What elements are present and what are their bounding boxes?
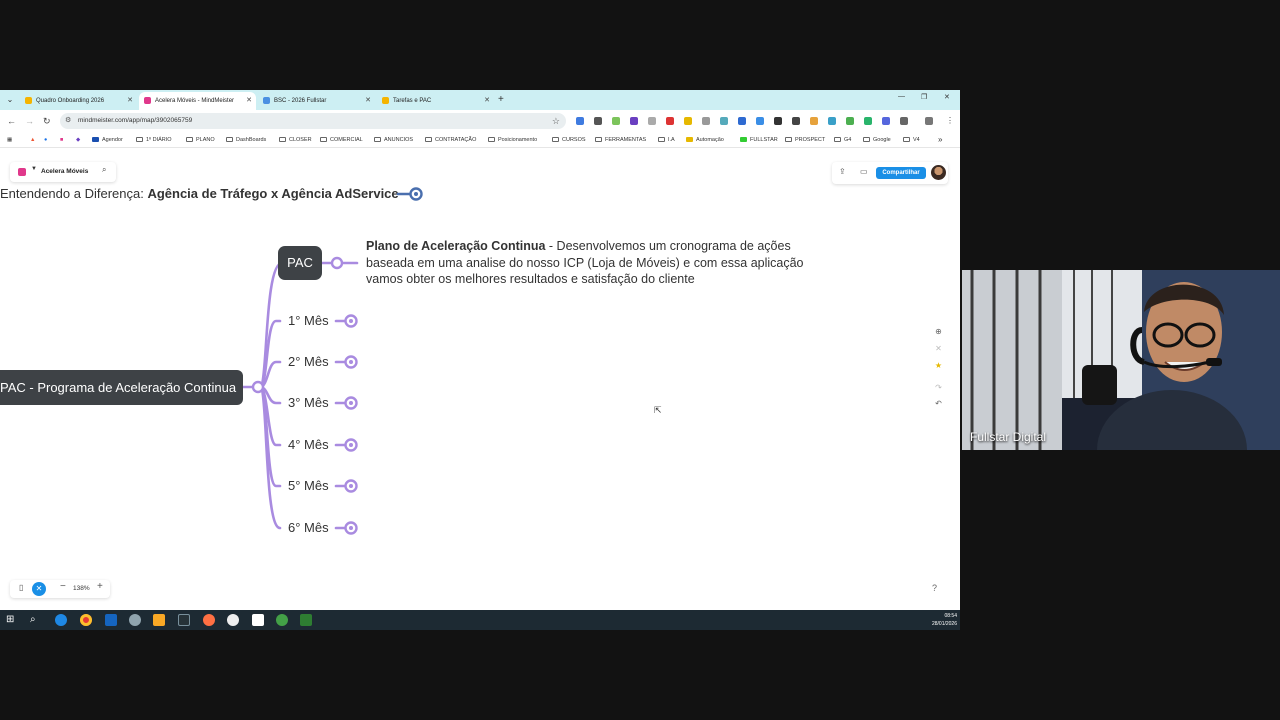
side-toolbar: ⊕ ✕ ★ ↷ ↶: [929, 325, 948, 417]
windows-start-icon[interactable]: ⊞: [6, 614, 18, 626]
root-collapse-knob: [251, 380, 265, 394]
pac-node[interactable]: PAC: [278, 246, 322, 280]
month-node-3[interactable]: 3° Mês: [288, 395, 329, 410]
excel-icon[interactable]: [300, 614, 312, 626]
zoom-control: ▯ ✕ − 138% +: [10, 580, 110, 598]
webcam-image: [962, 270, 1280, 450]
system-clock[interactable]: 08:54 28/01/2026: [932, 612, 957, 628]
mindmap-view-icon[interactable]: ✕: [32, 582, 46, 596]
undo-icon[interactable]: ↶: [929, 399, 948, 408]
clock-date: 28/01/2026: [931, 621, 957, 627]
mindmap-connectors: [241, 187, 423, 535]
month-node-6[interactable]: 6° Mês: [288, 520, 329, 535]
month-node-1[interactable]: 1° Mês: [288, 313, 329, 328]
firefox-icon[interactable]: [203, 614, 215, 626]
style-icon[interactable]: ★: [929, 361, 948, 370]
notion-icon[interactable]: [252, 614, 264, 626]
zoom-level: 138%: [73, 585, 90, 592]
month-node-5[interactable]: 5° Mês: [288, 478, 329, 493]
note-title: Plano de Aceleração Continua: [366, 239, 546, 253]
participant-name: Fullstar Digital: [970, 430, 1047, 444]
zoom-in-button[interactable]: +: [97, 581, 103, 592]
app-icon[interactable]: [178, 614, 190, 626]
outlook-icon[interactable]: [105, 614, 117, 626]
chrome-icon[interactable]: [80, 614, 92, 626]
app-icon[interactable]: [129, 614, 141, 626]
help-icon[interactable]: ?: [932, 583, 937, 593]
month-node-2[interactable]: 2° Mês: [288, 354, 329, 369]
windows-taskbar: ⊞ ⌕ 08:54 28/01/2026: [0, 610, 960, 630]
connect-icon[interactable]: ✕: [929, 344, 948, 353]
screen-share: ⌄ Quadro Onboarding 2026 ✕ Acelera Móvei…: [0, 90, 960, 630]
page-icon[interactable]: ▯: [19, 583, 23, 592]
root-node[interactable]: PAC - Programa de Aceleração Continua: [0, 370, 243, 405]
file-explorer-icon[interactable]: [153, 614, 165, 626]
search-icon[interactable]: ⌕: [30, 614, 42, 626]
mouse-cursor-icon: ⇱: [654, 405, 662, 415]
edge-icon[interactable]: [55, 614, 67, 626]
month-node-4[interactable]: 4° Mês: [288, 437, 329, 452]
webcam-feed: Fullstar Digital: [962, 270, 1280, 450]
pac-note[interactable]: Plano de Aceleração Continua - Desenvolv…: [366, 238, 826, 288]
redo-icon[interactable]: ↷: [929, 383, 948, 392]
zoom-out-button[interactable]: −: [60, 581, 66, 592]
whatsapp-icon[interactable]: [276, 614, 288, 626]
add-icon[interactable]: ⊕: [929, 327, 948, 336]
app-icon[interactable]: [227, 614, 239, 626]
clock-time: 08:54: [944, 613, 957, 619]
